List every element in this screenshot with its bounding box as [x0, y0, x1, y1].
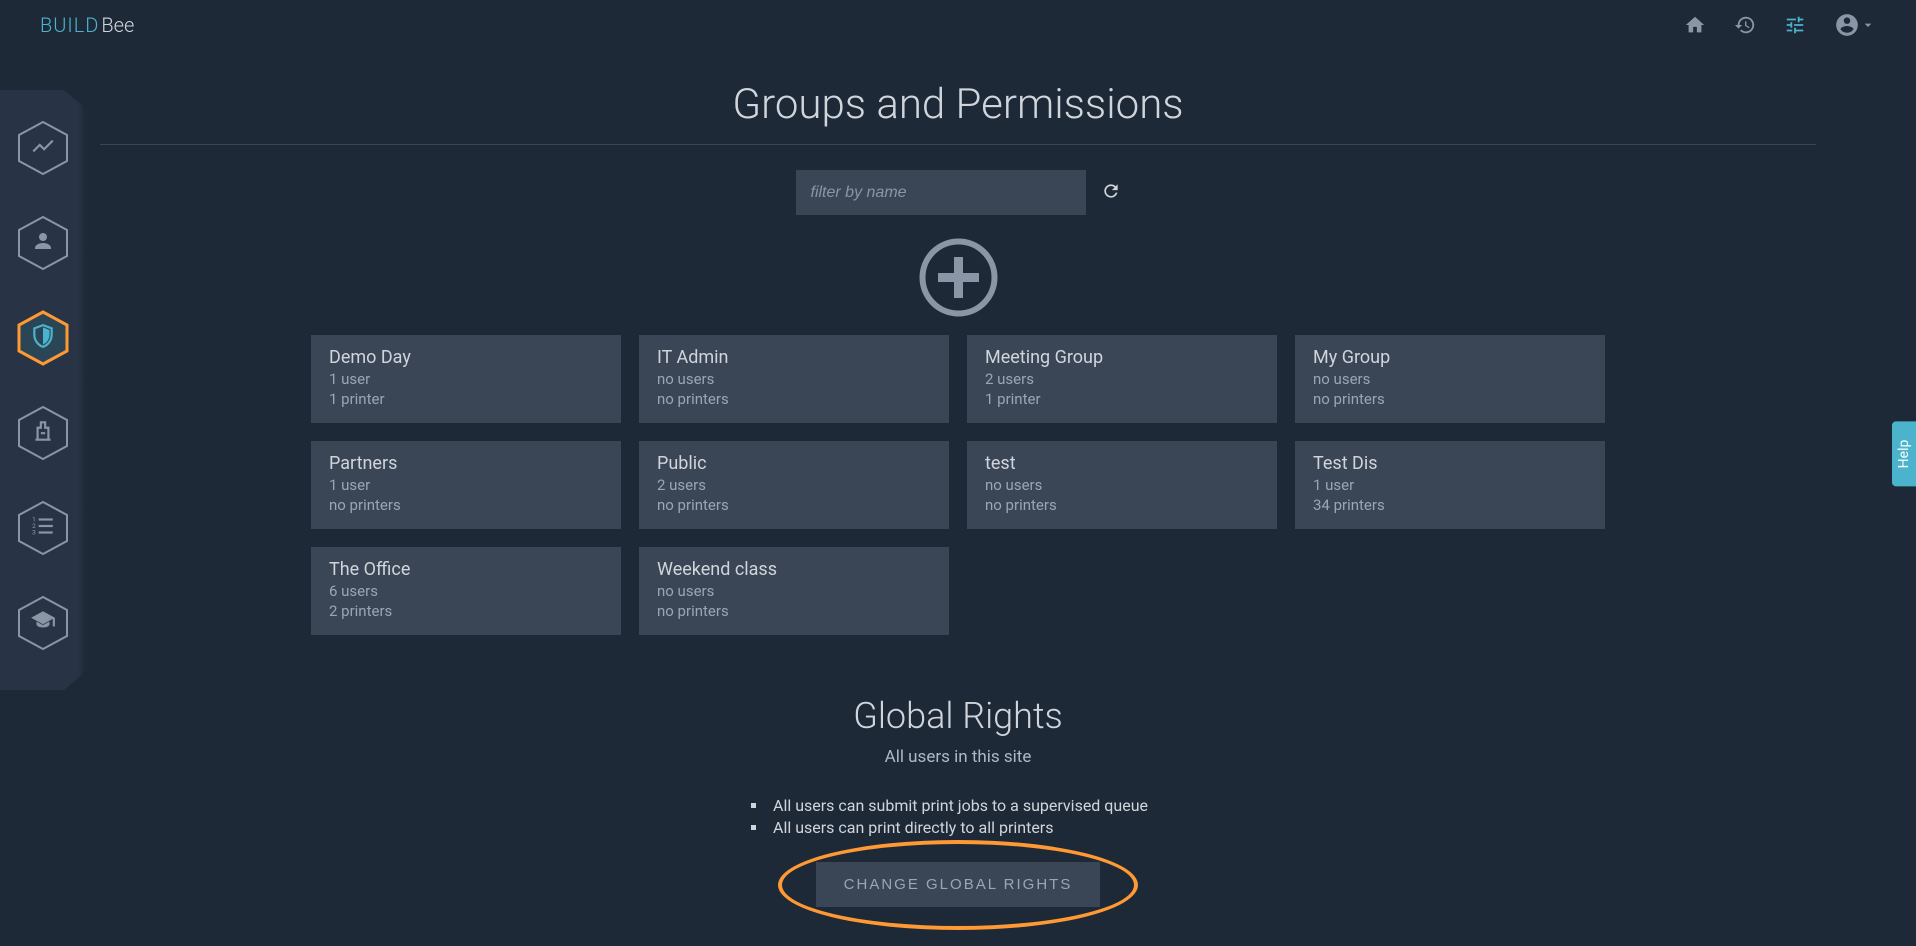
group-card[interactable]: Weekend class no users no printers — [639, 547, 949, 635]
group-users: 2 users — [657, 476, 931, 496]
group-printers: 1 printer — [329, 390, 603, 410]
divider — [100, 144, 1816, 145]
groups-grid: Demo Day 1 user 1 printer IT Admin no us… — [100, 335, 1816, 635]
sidebar: 123 — [0, 90, 85, 690]
sidebar-item-education[interactable] — [13, 593, 73, 653]
person-icon — [31, 229, 55, 257]
group-users: no users — [657, 582, 931, 602]
group-users: 6 users — [329, 582, 603, 602]
main-content: Groups and Permissions Demo Day 1 user 1… — [100, 50, 1816, 907]
header-icons — [1684, 12, 1876, 38]
group-name: Public — [657, 453, 931, 474]
change-global-rights-button[interactable]: CHANGE GLOBAL RIGHTS — [816, 862, 1101, 907]
page-title: Groups and Permissions — [100, 80, 1816, 129]
right-item: All users can print directly to all prin… — [768, 817, 1148, 839]
list-numbered-icon: 123 — [30, 513, 56, 543]
logo[interactable]: BUILDBee — [40, 13, 134, 37]
group-card[interactable]: Meeting Group 2 users 1 printer — [967, 335, 1277, 423]
group-card[interactable]: Public 2 users no printers — [639, 441, 949, 529]
add-group-button[interactable] — [916, 235, 1001, 320]
group-printers: 34 printers — [1313, 496, 1587, 516]
group-card[interactable]: Test Dis 1 user 34 printers — [1295, 441, 1605, 529]
group-users: 1 user — [329, 476, 603, 496]
group-card[interactable]: The Office 6 users 2 printers — [311, 547, 621, 635]
group-printers: 2 printers — [329, 602, 603, 622]
right-item: All users can submit print jobs to a sup… — [768, 795, 1148, 817]
group-name: Weekend class — [657, 559, 931, 580]
group-users: no users — [657, 370, 931, 390]
group-printers: no printers — [657, 496, 931, 516]
group-printers: no printers — [657, 390, 931, 410]
group-name: Meeting Group — [985, 347, 1259, 368]
filter-row — [100, 170, 1816, 215]
tune-icon[interactable] — [1784, 14, 1806, 36]
group-card[interactable]: My Group no users no printers — [1295, 335, 1605, 423]
group-users: 1 user — [329, 370, 603, 390]
group-printers: no printers — [985, 496, 1259, 516]
graduation-cap-icon — [30, 608, 56, 638]
home-icon[interactable] — [1684, 14, 1706, 36]
group-card[interactable]: Demo Day 1 user 1 printer — [311, 335, 621, 423]
group-name: Demo Day — [329, 347, 603, 368]
logo-text-2: Bee — [101, 13, 134, 37]
sidebar-item-users[interactable] — [13, 213, 73, 273]
group-users: 2 users — [985, 370, 1259, 390]
svg-text:3: 3 — [32, 529, 36, 537]
logo-text-1: BUILD — [40, 13, 99, 37]
printer-icon — [30, 418, 56, 448]
group-name: Partners — [329, 453, 603, 474]
change-button-wrap: CHANGE GLOBAL RIGHTS — [100, 862, 1816, 907]
help-tab[interactable]: Help — [1892, 422, 1916, 487]
group-name: My Group — [1313, 347, 1587, 368]
rights-list: All users can submit print jobs to a sup… — [100, 795, 1816, 840]
chart-line-icon — [30, 133, 56, 163]
group-card[interactable]: Partners 1 user no printers — [311, 441, 621, 529]
filter-input[interactable] — [796, 170, 1086, 215]
group-name: test — [985, 453, 1259, 474]
group-users: no users — [985, 476, 1259, 496]
group-name: The Office — [329, 559, 603, 580]
chevron-down-icon — [1860, 17, 1876, 33]
group-card[interactable]: test no users no printers — [967, 441, 1277, 529]
sidebar-item-dashboard[interactable] — [13, 118, 73, 178]
history-icon[interactable] — [1734, 14, 1756, 36]
group-printers: 1 printer — [985, 390, 1259, 410]
group-name: Test Dis — [1313, 453, 1587, 474]
account-icon[interactable] — [1834, 12, 1876, 38]
group-printers: no printers — [1313, 390, 1587, 410]
group-card[interactable]: IT Admin no users no printers — [639, 335, 949, 423]
shield-icon — [30, 323, 56, 353]
refresh-icon[interactable] — [1101, 181, 1121, 205]
sidebar-item-printers[interactable] — [13, 403, 73, 463]
header: BUILDBee — [0, 0, 1916, 50]
global-rights-title: Global Rights — [100, 695, 1816, 737]
group-printers: no printers — [329, 496, 603, 516]
group-users: 1 user — [1313, 476, 1587, 496]
group-users: no users — [1313, 370, 1587, 390]
sidebar-item-permissions[interactable] — [13, 308, 73, 368]
sidebar-item-queue[interactable]: 123 — [13, 498, 73, 558]
group-printers: no printers — [657, 602, 931, 622]
global-rights-subtitle: All users in this site — [100, 747, 1816, 767]
add-row — [100, 235, 1816, 320]
group-name: IT Admin — [657, 347, 931, 368]
